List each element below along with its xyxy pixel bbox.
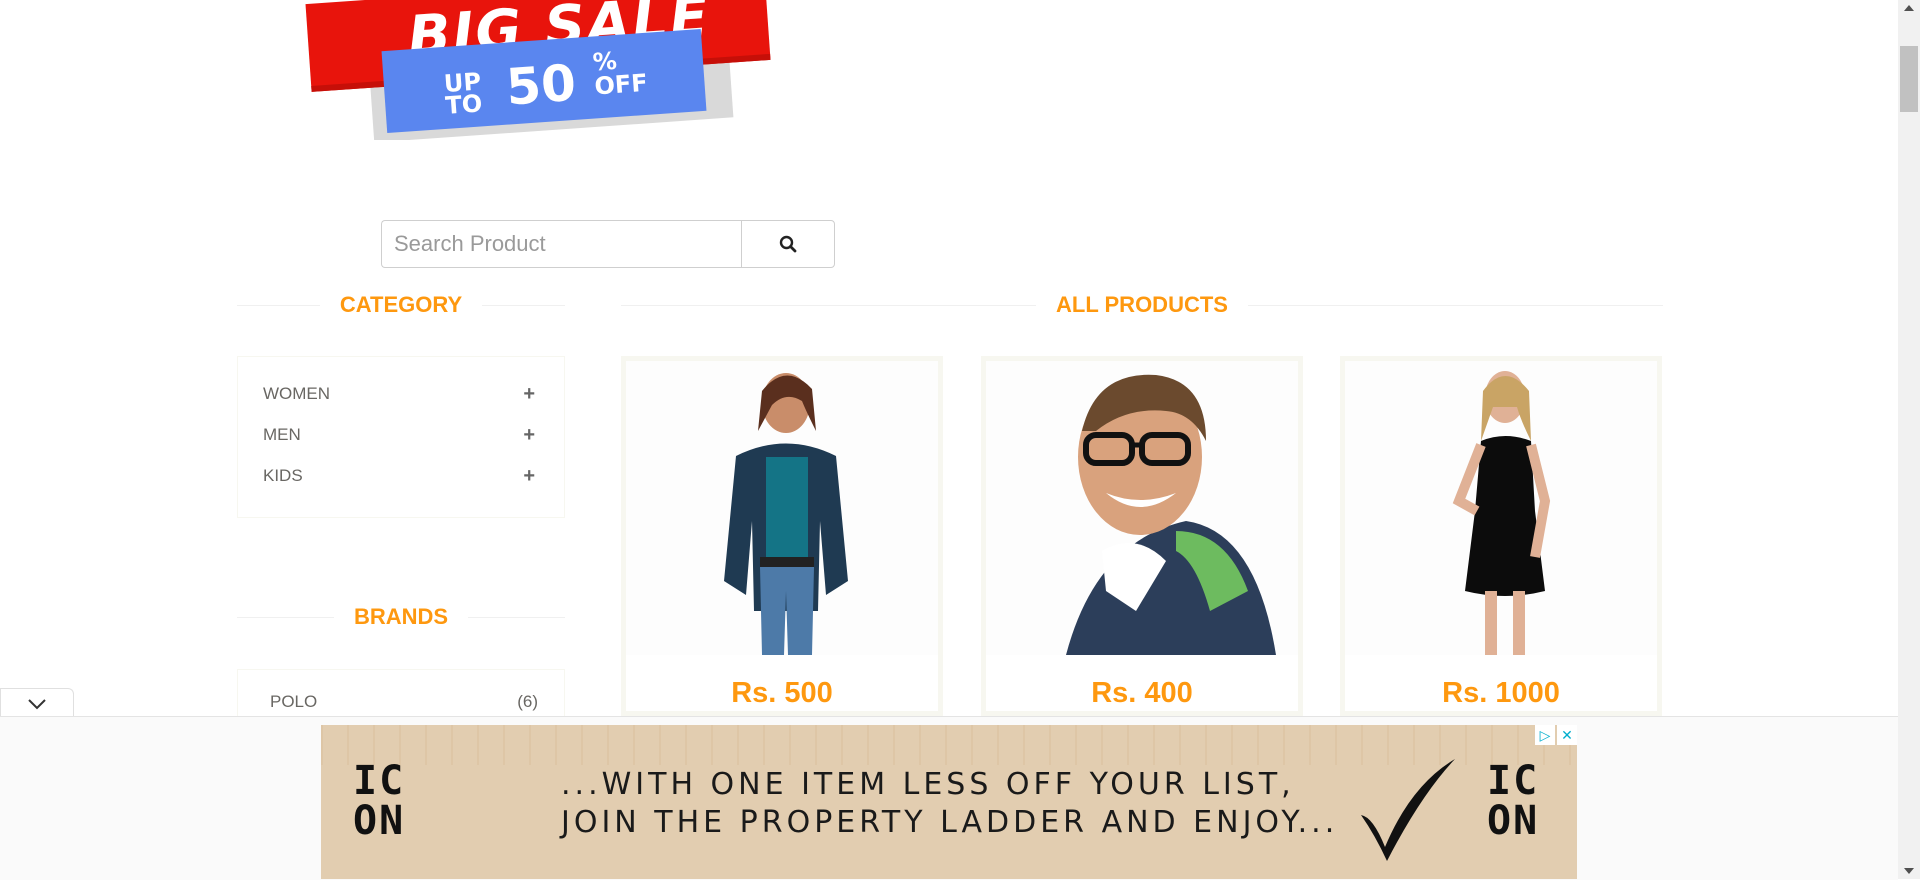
banner-discount: 50: [504, 53, 578, 117]
brand-label: POLO: [270, 692, 318, 711]
category-heading: CATEGORY: [237, 290, 566, 320]
ad-collapse-button[interactable]: [0, 688, 74, 719]
brand-item-polo[interactable]: POLO (6): [270, 692, 538, 712]
category-label: KIDS: [263, 466, 303, 485]
product-image[interactable]: [1345, 361, 1657, 655]
products-heading: ALL PRODUCTS: [621, 290, 1663, 320]
banner-off: % OFF: [591, 46, 649, 101]
heading-line: [1247, 304, 1663, 306]
category-label: MEN: [263, 425, 301, 444]
chevron-down-icon: [28, 699, 46, 710]
sale-banner: BIG SALE UP TO 50 % OFF: [300, 0, 800, 140]
plus-icon[interactable]: +: [523, 465, 535, 488]
ad-controls: ▷ ✕: [1533, 725, 1577, 745]
ad-logo-right: IC ON: [1487, 758, 1540, 844]
ad-banner[interactable]: IC ON ...WITH ONE ITEM LESS OFF YOUR LIS…: [321, 725, 1577, 879]
category-item-women[interactable]: WOMEN +: [263, 379, 543, 409]
category-item-men[interactable]: MEN +: [263, 420, 543, 450]
ad-logo-left: IC ON: [353, 758, 406, 844]
brands-title: BRANDS: [353, 604, 449, 629]
scroll-down-icon[interactable]: [1904, 868, 1914, 874]
vertical-scrollbar[interactable]: [1898, 0, 1920, 879]
product-image[interactable]: [626, 361, 938, 655]
woman-in-black-dress: [1345, 361, 1657, 655]
product-image[interactable]: [986, 361, 1298, 655]
brand-count: (6): [517, 692, 538, 711]
heading-line: [482, 304, 566, 306]
category-title: CATEGORY: [339, 292, 463, 317]
category-label: WOMEN: [263, 384, 331, 403]
product-price: Rs. 1000: [1442, 677, 1560, 709]
woman-in-teal-top: [626, 361, 938, 655]
close-icon[interactable]: ✕: [1557, 725, 1577, 745]
product-price: Rs. 500: [731, 677, 833, 709]
ad-text-line2: JOIN THE PROPERTY LADDER AND ENJOY...: [561, 805, 1339, 840]
scrollbar-thumb[interactable]: [1900, 46, 1918, 112]
heading-line: [237, 304, 320, 306]
brands-heading: BRANDS: [237, 602, 565, 632]
product-card[interactable]: Rs. 500: [621, 356, 943, 716]
adchoices-icon[interactable]: ▷: [1535, 725, 1555, 745]
products-title: ALL PRODUCTS: [1056, 292, 1228, 317]
category-panel: WOMEN + MEN + KIDS +: [237, 356, 565, 518]
smiling-man-with-glasses: [986, 361, 1298, 655]
plus-icon[interactable]: +: [523, 424, 535, 447]
heading-line: [621, 304, 1037, 306]
search-bar: [381, 220, 835, 268]
plus-icon[interactable]: +: [523, 383, 535, 406]
search-input[interactable]: [381, 220, 741, 268]
checkmark-icon: [1361, 759, 1455, 861]
banner-upto: UP TO: [442, 67, 484, 120]
heading-line: [237, 616, 334, 618]
product-card[interactable]: Rs. 1000: [1340, 356, 1662, 716]
category-item-kids[interactable]: KIDS +: [263, 461, 543, 491]
scroll-up-icon[interactable]: [1904, 5, 1914, 11]
heading-line: [468, 616, 565, 618]
search-button[interactable]: [741, 220, 835, 268]
search-icon: [779, 235, 797, 253]
product-price: Rs. 400: [1091, 677, 1193, 709]
product-card[interactable]: Rs. 400: [981, 356, 1303, 716]
ad-text-line1: ...WITH ONE ITEM LESS OFF YOUR LIST,: [561, 767, 1295, 802]
